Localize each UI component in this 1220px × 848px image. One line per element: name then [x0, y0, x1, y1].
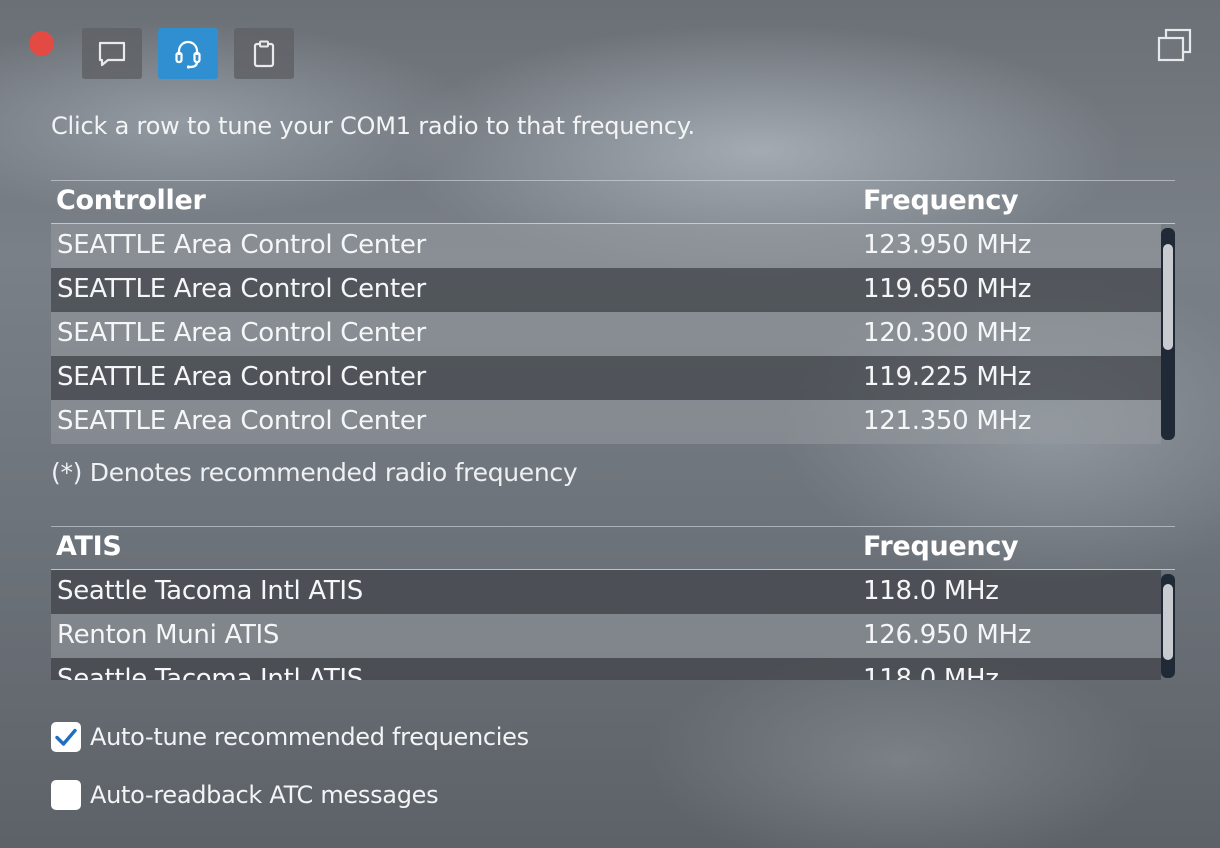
controller-table: Controller Frequency SEATTLE Area Contro…	[51, 180, 1175, 444]
controller-name: SEATTLE Area Control Center	[57, 362, 426, 392]
controller-rows[interactable]: SEATTLE Area Control Center 123.950 MHz …	[51, 224, 1175, 444]
frequency-value: 126.950 MHz	[863, 620, 1032, 650]
tab-checklist[interactable]	[234, 28, 294, 79]
controller-name: SEATTLE Area Control Center	[57, 230, 426, 260]
controller-name: SEATTLE Area Control Center	[57, 274, 426, 304]
clipboard-icon	[253, 40, 275, 67]
table-row[interactable]: Seattle Tacoma Intl ATIS 118.0 MHz	[51, 570, 1161, 614]
column-header-frequency: Frequency	[863, 531, 1019, 562]
recommended-footnote: (*) Denotes recommended radio frequency	[51, 458, 578, 487]
auto-tune-label: Auto-tune recommended frequencies	[90, 723, 529, 751]
frequency-value: 121.350 MHz	[863, 406, 1032, 436]
auto-tune-checkbox[interactable]	[51, 722, 81, 752]
table-row[interactable]: SEATTLE Area Control Center 123.950 MHz	[51, 224, 1161, 268]
frequency-value: 118.0 MHz	[863, 576, 999, 606]
table-row[interactable]: SEATTLE Area Control Center 121.350 MHz	[51, 400, 1161, 444]
column-header-controller: Controller	[56, 185, 206, 216]
frequency-value: 119.225 MHz	[863, 362, 1032, 392]
auto-readback-label: Auto-readback ATC messages	[90, 781, 439, 809]
controller-table-header: Controller Frequency	[51, 181, 1175, 224]
column-header-frequency: Frequency	[863, 185, 1019, 216]
atis-name: Seattle Tacoma Intl ATIS	[57, 576, 363, 606]
frequency-value: 119.650 MHz	[863, 274, 1032, 304]
headset-icon	[175, 40, 201, 69]
tab-atc[interactable]	[158, 28, 218, 79]
chat-bubble-icon	[98, 41, 126, 66]
table-row[interactable]: SEATTLE Area Control Center 119.650 MHz	[51, 268, 1161, 312]
auto-readback-option[interactable]: Auto-readback ATC messages	[51, 780, 439, 810]
table-row[interactable]: SEATTLE Area Control Center 119.225 MHz	[51, 356, 1161, 400]
atis-scrollbar[interactable]	[1161, 574, 1175, 678]
tab-chat[interactable]	[82, 28, 142, 79]
controller-scrollbar[interactable]	[1161, 228, 1175, 440]
frequency-value: 123.950 MHz	[863, 230, 1032, 260]
scrollbar-thumb[interactable]	[1163, 584, 1173, 660]
atis-rows[interactable]: Seattle Tacoma Intl ATIS 118.0 MHz Rento…	[51, 570, 1175, 680]
frequency-value: 118.0 MHz	[863, 664, 999, 680]
atis-name: Renton Muni ATIS	[57, 620, 280, 650]
atis-table: ATIS Frequency Seattle Tacoma Intl ATIS …	[51, 526, 1175, 680]
atis-table-header: ATIS Frequency	[51, 527, 1175, 570]
table-row[interactable]: SEATTLE Area Control Center 120.300 MHz	[51, 312, 1161, 356]
auto-tune-option[interactable]: Auto-tune recommended frequencies	[51, 722, 529, 752]
table-row[interactable]: Seattle Tacoma Intl ATIS 118.0 MHz	[51, 658, 1161, 680]
scrollbar-thumb[interactable]	[1163, 244, 1173, 350]
atc-panel: Click a row to tune your COM1 radio to t…	[0, 0, 1220, 848]
detach-window-icon[interactable]	[1156, 28, 1194, 64]
auto-readback-checkbox[interactable]	[51, 780, 81, 810]
controller-name: SEATTLE Area Control Center	[57, 406, 426, 436]
instruction-text: Click a row to tune your COM1 radio to t…	[51, 112, 695, 140]
controller-name: SEATTLE Area Control Center	[57, 318, 426, 348]
column-header-atis: ATIS	[56, 531, 122, 562]
frequency-value: 120.300 MHz	[863, 318, 1032, 348]
close-button[interactable]	[29, 31, 54, 56]
atis-name: Seattle Tacoma Intl ATIS	[57, 664, 363, 680]
checkmark-icon	[55, 728, 77, 746]
table-row[interactable]: Renton Muni ATIS 126.950 MHz	[51, 614, 1161, 658]
